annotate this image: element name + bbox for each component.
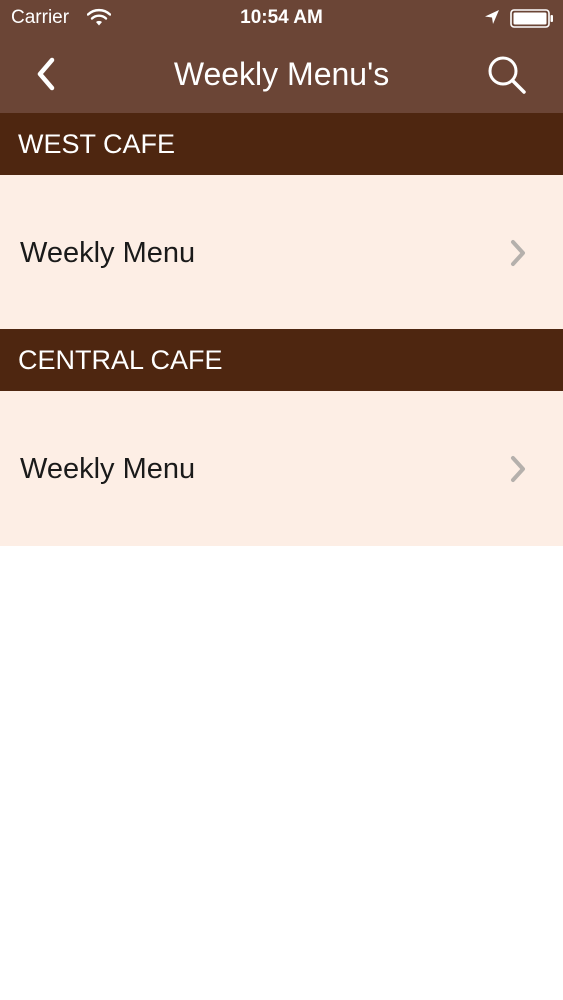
status-bar: Carrier 10:54 AM bbox=[0, 0, 563, 38]
back-button[interactable] bbox=[24, 52, 68, 96]
list-item-central-cafe-weekly-menu[interactable]: Weekly Menu bbox=[0, 391, 563, 546]
navigation-bar: Weekly Menu's bbox=[0, 38, 563, 113]
status-time: 10:54 AM bbox=[240, 7, 323, 28]
top-bar: Carrier 10:54 AM Weekly Menu's bbox=[0, 0, 563, 113]
list-item-west-cafe-weekly-menu[interactable]: Weekly Menu bbox=[0, 175, 563, 330]
search-icon bbox=[488, 56, 526, 94]
section-header-central-cafe: CENTRAL CAFE bbox=[0, 329, 563, 391]
app-screen: Carrier 10:54 AM Weekly Menu's WEST CAFE… bbox=[0, 0, 563, 1000]
chevron-right-icon bbox=[511, 240, 525, 266]
list-item-label: Weekly Menu bbox=[20, 237, 196, 269]
section-header-west-cafe: WEST CAFE bbox=[0, 113, 563, 175]
battery-icon bbox=[510, 9, 553, 28]
list-item-label: Weekly Menu bbox=[20, 453, 196, 485]
location-arrow-icon bbox=[485, 10, 499, 24]
chevron-right-icon bbox=[511, 456, 525, 482]
chevron-left-icon bbox=[37, 57, 55, 91]
search-button[interactable] bbox=[482, 52, 532, 98]
page-title: Weekly Menu's bbox=[173, 56, 390, 92]
